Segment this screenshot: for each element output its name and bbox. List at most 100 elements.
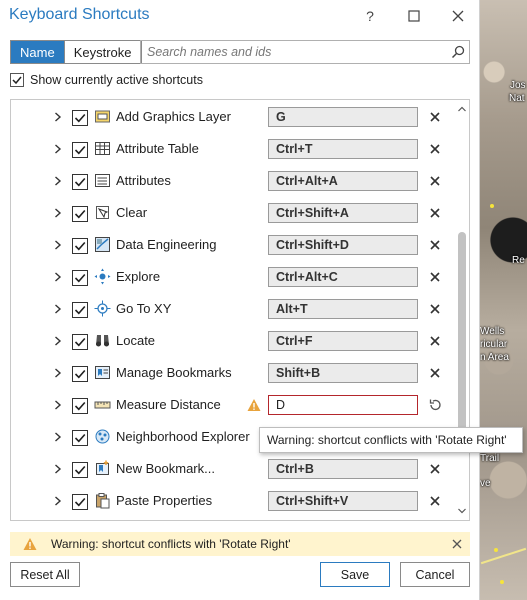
shortcut-enabled-checkbox[interactable] [72,334,88,350]
shortcut-enabled-checkbox[interactable] [72,494,88,510]
search-icon[interactable] [447,41,469,63]
shortcut-key-field[interactable]: D [268,395,418,415]
dialog-title: Keyboard Shortcuts [9,6,150,23]
shortcut-row[interactable]: Attribute Table Ctrl+T [11,133,455,165]
expand-chevron-icon[interactable] [51,302,65,316]
remove-shortcut-icon[interactable] [427,141,443,157]
remove-shortcut-icon[interactable] [427,269,443,285]
remove-shortcut-icon[interactable] [427,109,443,125]
remove-shortcut-icon[interactable] [427,365,443,381]
expand-chevron-icon[interactable] [51,494,65,508]
cancel-button[interactable]: Cancel [400,562,470,587]
warning-icon [247,399,261,411]
shortcut-name: Attributes [116,173,171,188]
shortcut-key-field[interactable]: Ctrl+T [268,139,418,159]
expand-chevron-icon[interactable] [51,398,65,412]
map-label: Re [512,255,525,266]
expand-chevron-icon[interactable] [51,334,65,348]
shortcut-key-field[interactable]: Ctrl+B [268,459,418,479]
maximize-button[interactable] [402,4,426,28]
expand-chevron-icon[interactable] [51,142,65,156]
maximize-icon [408,10,420,22]
shortcut-enabled-checkbox[interactable] [72,142,88,158]
shortcut-enabled-checkbox[interactable] [72,302,88,318]
remove-shortcut-icon[interactable] [427,237,443,253]
checkmark-icon [74,497,86,507]
scroll-down-icon[interactable] [455,504,469,518]
shortcut-key-field[interactable]: Ctrl+Alt+C [268,267,418,287]
shortcut-key-field[interactable]: Ctrl+Shift+A [268,203,418,223]
list-scrollbar[interactable] [455,100,469,520]
help-icon: ? [366,8,374,24]
shortcut-row[interactable]: Add Graphics Layer G [11,101,455,133]
shortcut-row[interactable]: Manage Bookmarks Shift+B [11,357,455,389]
shortcut-enabled-checkbox[interactable] [72,398,88,414]
checkmark-icon [74,433,86,443]
expand-chevron-icon[interactable] [51,206,65,220]
shortcut-row[interactable]: Explore Ctrl+Alt+C [11,261,455,293]
shortcut-key-field[interactable]: Ctrl+Shift+D [268,235,418,255]
tab-keystroke[interactable]: Keystroke [63,41,141,63]
shortcut-enabled-checkbox[interactable] [72,206,88,222]
search-input[interactable]: Search names and ids [141,45,447,59]
expand-chevron-icon[interactable] [51,462,65,476]
shortcut-name: Manage Bookmarks [116,365,232,380]
remove-shortcut-icon[interactable] [427,493,443,509]
shortcut-key-field[interactable]: Alt+T [268,299,418,319]
shortcut-name: New Bookmark... [116,461,215,476]
expand-chevron-icon[interactable] [51,366,65,380]
shortcut-enabled-checkbox[interactable] [72,430,88,446]
remove-shortcut-icon[interactable] [427,301,443,317]
shortcut-key-field[interactable]: Ctrl+Shift+V [268,491,418,511]
scrollbar-thumb[interactable] [458,232,466,432]
expand-chevron-icon[interactable] [51,110,65,124]
show-active-checkbox[interactable] [10,73,24,87]
shortcut-enabled-checkbox[interactable] [72,462,88,478]
close-button[interactable] [446,4,470,28]
checkmark-icon [74,337,86,347]
remove-shortcut-icon[interactable] [427,173,443,189]
remove-shortcut-icon[interactable] [427,205,443,221]
remove-shortcut-icon[interactable] [427,461,443,477]
checkmark-icon [74,113,86,123]
expand-chevron-icon[interactable] [51,270,65,284]
expand-chevron-icon[interactable] [51,238,65,252]
shortcut-key-field[interactable]: Ctrl+F [268,331,418,351]
data-engineering-icon [95,237,110,252]
search-box[interactable]: Search names and ids [140,40,470,64]
shortcut-enabled-checkbox[interactable] [72,366,88,382]
help-button[interactable]: ? [358,4,382,28]
scroll-up-icon[interactable] [455,102,469,116]
map-label: Nat [509,93,525,104]
remove-shortcut-icon[interactable] [427,333,443,349]
shortcut-row[interactable]: Paste Properties Ctrl+Shift+V [11,485,455,517]
dismiss-warning-icon[interactable] [450,537,464,551]
shortcut-name: Neighborhood Explorer [116,429,250,444]
shortcut-enabled-checkbox[interactable] [72,110,88,126]
shortcut-row[interactable]: Go To XY Alt+T [11,293,455,325]
checkmark-icon [74,177,86,187]
keyboard-shortcuts-dialog: Keyboard Shortcuts ? Name Keystroke Sear… [0,0,523,600]
checkmark-icon [74,401,86,411]
reset-all-button[interactable]: Reset All [10,562,80,587]
save-button[interactable]: Save [320,562,390,587]
tab-name[interactable]: Name [11,41,64,63]
shortcut-key-field[interactable]: Ctrl+Alt+A [268,171,418,191]
show-active-shortcuts-option[interactable]: Show currently active shortcuts [10,73,203,87]
shortcut-row[interactable]: Measure Distance D [11,389,455,421]
shortcut-enabled-checkbox[interactable] [72,174,88,190]
shortcut-row[interactable]: Clear Ctrl+Shift+A [11,197,455,229]
shortcut-row[interactable]: Data Engineering Ctrl+Shift+D [11,229,455,261]
shortcut-key-field[interactable]: Shift+B [268,363,418,383]
shortcut-key-field[interactable]: G [268,107,418,127]
shortcut-row[interactable]: Attributes Ctrl+Alt+A [11,165,455,197]
search-mode-toggle: Name Keystroke [10,40,142,64]
expand-chevron-icon[interactable] [51,174,65,188]
shortcut-enabled-checkbox[interactable] [72,270,88,286]
expand-chevron-icon[interactable] [51,430,65,444]
map-label: Jos [510,80,526,91]
revert-icon[interactable] [427,397,443,413]
shortcut-row[interactable]: New Bookmark... Ctrl+B [11,453,455,485]
shortcut-enabled-checkbox[interactable] [72,238,88,254]
shortcut-row[interactable]: Locate Ctrl+F [11,325,455,357]
